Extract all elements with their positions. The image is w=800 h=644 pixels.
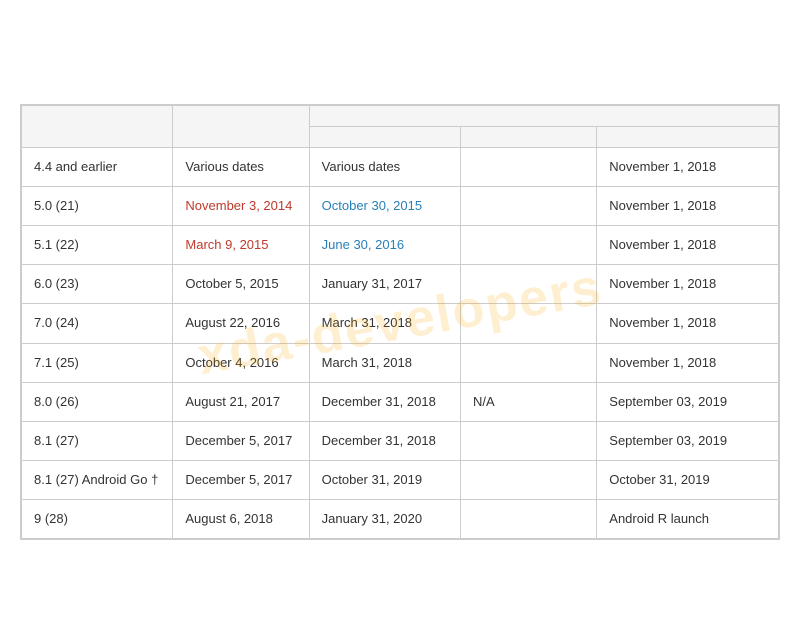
table-row: 5.1 (22)March 9, 2015June 30, 2016 Novemb… [22,225,779,264]
cell-aosp: August 21, 2017 [173,382,309,421]
cell-os: 9 (28) [22,500,173,539]
cell-device: October 31, 2019 [309,461,460,500]
cell-device: Various dates [309,147,460,186]
cell-swbuild: November 1, 2018 [597,343,779,382]
subheader-swbuild [597,126,779,147]
cell-product [461,461,597,500]
cell-product [461,225,597,264]
cell-product [461,421,597,460]
cell-device: December 31, 2018 [309,382,460,421]
cell-swbuild: November 1, 2018 [597,225,779,264]
cell-aosp: October 5, 2015 [173,265,309,304]
cell-aosp: December 5, 2017 [173,461,309,500]
header-os [22,105,173,147]
cell-product [461,343,597,382]
cell-os: 8.1 (27) Android Go † [22,461,173,500]
table-row: 8.1 (27) Android Go †December 5, 2017Oct… [22,461,779,500]
table-row: 4.4 and earlierVarious datesVarious date… [22,147,779,186]
cell-os: 5.0 (21) [22,186,173,225]
cell-device: June 30, 2016 [309,225,460,264]
cell-device: January 31, 2017 [309,265,460,304]
table-row: 8.1 (27)December 5, 2017December 31, 201… [22,421,779,460]
cell-device: December 31, 2018 [309,421,460,460]
cell-device: March 31, 2018 [309,343,460,382]
cell-swbuild: November 1, 2018 [597,265,779,304]
table-row: 6.0 (23)October 5, 2015January 31, 2017 N… [22,265,779,304]
cell-swbuild: September 03, 2019 [597,421,779,460]
cell-aosp: August 6, 2018 [173,500,309,539]
cell-os: 8.1 (27) [22,421,173,460]
cell-device: January 31, 2020 [309,500,460,539]
cell-product [461,304,597,343]
header-approval [309,105,778,126]
subheader-device [309,126,460,147]
cell-product [461,265,597,304]
cell-product [461,147,597,186]
cell-os: 7.1 (25) [22,343,173,382]
table-row: 7.0 (24)August 22, 2016March 31, 2018 Nov… [22,304,779,343]
cell-os: 8.0 (26) [22,382,173,421]
header-aosp [173,105,309,147]
cell-os: 6.0 (23) [22,265,173,304]
cell-product [461,500,597,539]
cell-swbuild: October 31, 2019 [597,461,779,500]
table-row: 7.1 (25)October 4, 2016March 31, 2018 Nov… [22,343,779,382]
cell-swbuild: November 1, 2018 [597,147,779,186]
cell-aosp: December 5, 2017 [173,421,309,460]
main-table-wrapper: xda-developers 4.4 and earlierVarious da… [20,104,780,541]
cell-aosp: November 3, 2014 [173,186,309,225]
subheader-product [461,126,597,147]
cell-swbuild: Android R launch [597,500,779,539]
cell-aosp: August 22, 2016 [173,304,309,343]
table-row: 8.0 (26)August 21, 2017December 31, 2018… [22,382,779,421]
cell-aosp: March 9, 2015 [173,225,309,264]
cell-device: March 31, 2018 [309,304,460,343]
cell-product [461,186,597,225]
cell-swbuild: November 1, 2018 [597,304,779,343]
cell-os: 4.4 and earlier [22,147,173,186]
cell-aosp: October 4, 2016 [173,343,309,382]
cell-os: 5.1 (22) [22,225,173,264]
cell-os: 7.0 (24) [22,304,173,343]
cell-swbuild: November 1, 2018 [597,186,779,225]
approval-table: 4.4 and earlierVarious datesVarious date… [21,105,779,540]
cell-product: N/A [461,382,597,421]
table-row: 9 (28)August 6, 2018January 31, 2020 Andr… [22,500,779,539]
cell-aosp: Various dates [173,147,309,186]
table-row: 5.0 (21)November 3, 2014October 30, 2015… [22,186,779,225]
cell-swbuild: September 03, 2019 [597,382,779,421]
cell-device: October 30, 2015 [309,186,460,225]
